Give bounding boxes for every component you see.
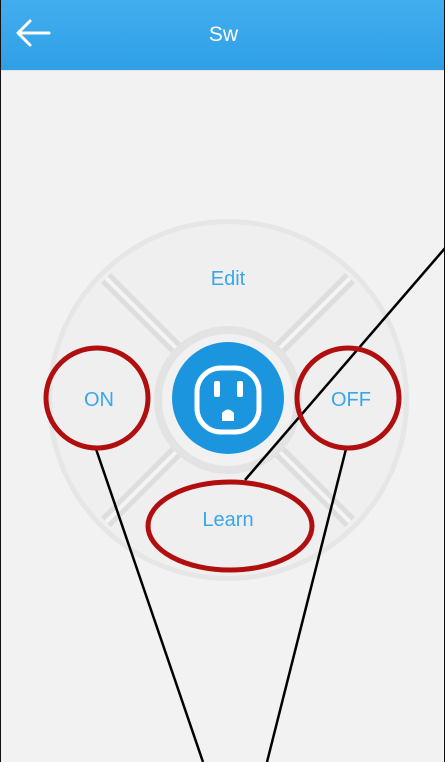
on-label: ON: [84, 389, 114, 411]
outlet-center-button[interactable]: [172, 342, 284, 454]
app-screen: Sw Edit ON OFF Learn: [0, 0, 445, 762]
edit-label: Edit: [210, 268, 246, 290]
learn-label: Learn: [202, 509, 254, 531]
off-label: OFF: [331, 389, 371, 411]
